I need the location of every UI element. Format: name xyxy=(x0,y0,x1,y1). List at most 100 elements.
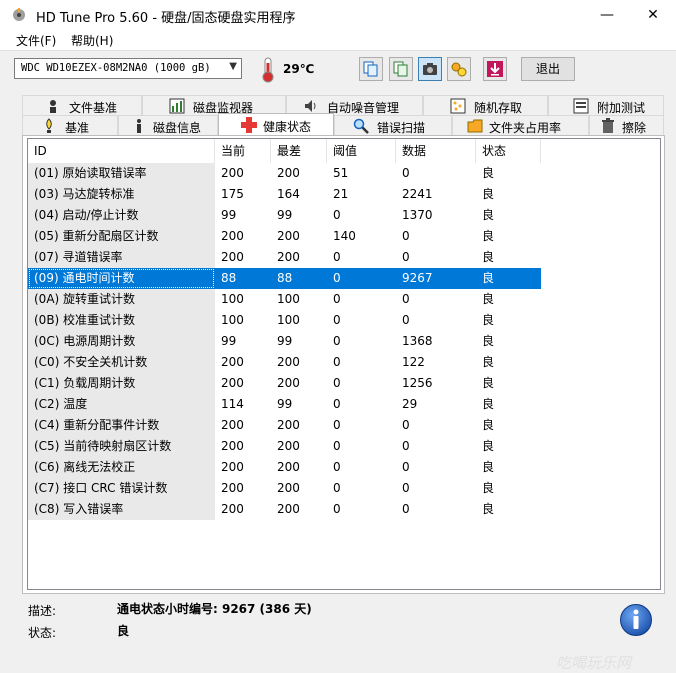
cell-current: 200 xyxy=(221,250,244,264)
table-row[interactable]: (C1) 负载周期计数 200 200 0 1256 良 xyxy=(28,373,660,394)
cell-id: (C2) 温度 xyxy=(28,394,215,415)
column-header-status[interactable]: 状态 xyxy=(476,139,541,163)
cell-data: 0 xyxy=(402,313,410,327)
cell-threshold: 0 xyxy=(333,250,341,264)
tab-benchmark[interactable]: 基准 xyxy=(22,115,118,135)
table-row[interactable]: (05) 重新分配扇区计数 200 200 140 0 良 xyxy=(28,226,660,247)
cell-threshold: 0 xyxy=(333,481,341,495)
table-row[interactable]: (01) 原始读取错误率 200 200 51 0 良 xyxy=(28,163,660,184)
table-row[interactable]: (07) 寻道错误率 200 200 0 0 良 xyxy=(28,247,660,268)
cell-worst: 99 xyxy=(277,397,293,411)
table-row[interactable]: (C2) 温度 114 99 0 29 良 xyxy=(28,394,660,415)
cell-status: 良 xyxy=(482,418,495,432)
minimize-icon: — xyxy=(600,7,614,23)
tab-disk-monitor[interactable]: 磁盘监视器 xyxy=(142,95,286,115)
copy-all-icon xyxy=(393,61,408,77)
cell-threshold: 0 xyxy=(333,460,341,474)
cell-current: 99 xyxy=(221,208,237,222)
table-row[interactable]: (03) 马达旋转标准 175 164 21 2241 良 xyxy=(28,184,660,205)
column-header-worst[interactable]: 最差 xyxy=(271,139,327,163)
exit-button[interactable]: 退出 xyxy=(521,57,575,81)
tab-label: 基准 xyxy=(65,121,90,135)
file-benchmark-icon xyxy=(50,100,56,113)
cell-threshold: 0 xyxy=(333,376,341,390)
cell-data: 1370 xyxy=(402,208,433,222)
tab-row-top: 文件基准 磁盘监视器 自动噪音管理 随机存取 附加测试 xyxy=(22,95,664,115)
cell-worst: 200 xyxy=(277,166,300,180)
menu-file[interactable]: 文件(F) xyxy=(16,32,56,49)
cell-worst: 200 xyxy=(277,250,300,264)
cell-status: 良 xyxy=(482,250,495,264)
cell-data: 9267 xyxy=(396,268,476,289)
tab-erase[interactable]: 擦除 xyxy=(589,115,664,135)
cell-data: 1368 xyxy=(402,334,433,348)
cell-worst: 200 xyxy=(277,355,300,369)
folder-icon xyxy=(467,119,483,133)
table-row[interactable]: (04) 启动/停止计数 99 99 0 1370 良 xyxy=(28,205,660,226)
cell-worst: 200 xyxy=(277,502,300,516)
tab-label: 磁盘信息 xyxy=(153,121,202,135)
cell-current: 200 xyxy=(221,355,244,369)
monitor-chart-icon xyxy=(169,98,185,114)
cell-id: (09) 通电时间计数 xyxy=(28,268,215,289)
cell-current: 200 xyxy=(221,439,244,453)
table-row[interactable]: (C4) 重新分配事件计数 200 200 0 0 良 xyxy=(28,415,660,436)
tab-disk-info[interactable]: 磁盘信息 xyxy=(118,115,218,135)
table-row[interactable]: (C6) 离线无法校正 200 200 0 0 良 xyxy=(28,457,660,478)
thermometer-icon xyxy=(262,57,274,83)
cell-id: (C4) 重新分配事件计数 xyxy=(28,415,215,436)
column-header-id[interactable]: ID xyxy=(28,139,215,163)
copy-icon xyxy=(363,61,378,77)
copy-all-button[interactable] xyxy=(389,57,413,81)
smart-table[interactable]: ID 当前 最差 阈值 数据 状态 (01) 原始读取错误率 200 200 51 0 良… xyxy=(27,138,661,590)
cell-worst: 99 xyxy=(277,208,293,222)
cell-data: 122 xyxy=(402,355,425,369)
info-person-icon xyxy=(137,119,141,133)
tab-folder-usage[interactable]: 文件夹占用率 xyxy=(452,115,589,135)
screenshot-button[interactable] xyxy=(418,57,442,81)
cell-id: (03) 马达旋转标准 xyxy=(28,184,215,205)
cell-status: 良 xyxy=(482,397,495,411)
cell-current: 88 xyxy=(215,268,271,289)
info-icon[interactable] xyxy=(619,603,653,637)
description-value: 通电状态小时编号: 9267 (386 天) xyxy=(117,602,312,616)
minimize-button[interactable]: — xyxy=(584,0,630,30)
cell-status: 良 xyxy=(482,334,495,348)
tab-random-access[interactable]: 随机存取 xyxy=(423,95,548,115)
save-button[interactable] xyxy=(483,57,507,81)
tab-health[interactable]: 健康状态 xyxy=(218,113,334,135)
cell-status: 良 xyxy=(482,229,495,243)
menu-help[interactable]: 帮助(H) xyxy=(71,32,113,49)
column-header-current[interactable]: 当前 xyxy=(215,139,271,163)
copy-info-button[interactable] xyxy=(359,57,383,81)
table-row[interactable]: (C8) 写入错误率 200 200 0 0 良 xyxy=(28,499,660,520)
cell-id: (C7) 接口 CRC 错误计数 xyxy=(28,478,215,499)
table-row[interactable]: (C5) 当前待映射扇区计数 200 200 0 0 良 xyxy=(28,436,660,457)
table-row[interactable]: (C0) 不安全关机计数 200 200 0 122 良 xyxy=(28,352,660,373)
table-row[interactable]: (0B) 校准重试计数 100 100 0 0 良 xyxy=(28,310,660,331)
cell-id: (C6) 离线无法校正 xyxy=(28,457,215,478)
cell-worst: 88 xyxy=(271,268,327,289)
column-header-data[interactable]: 数据 xyxy=(396,139,476,163)
cell-data: 0 xyxy=(402,439,410,453)
table-row[interactable]: (09) 通电时间计数 88 88 0 9267 良 xyxy=(28,268,660,289)
table-row[interactable]: (0A) 旋转重试计数 100 100 0 0 良 xyxy=(28,289,660,310)
cell-worst: 200 xyxy=(277,229,300,243)
tab-extra-tests[interactable]: 附加测试 xyxy=(548,95,664,115)
cell-current: 200 xyxy=(221,502,244,516)
column-header-threshold[interactable]: 阈值 xyxy=(327,139,396,163)
tab-file-benchmark[interactable]: 文件基准 xyxy=(22,95,142,115)
table-row[interactable]: (C7) 接口 CRC 错误计数 200 200 0 0 良 xyxy=(28,478,660,499)
table-row[interactable]: (0C) 电源周期计数 99 99 0 1368 良 xyxy=(28,331,660,352)
tab-error-scan[interactable]: 错误扫描 xyxy=(334,115,452,135)
status-value: 良 xyxy=(117,624,130,638)
cell-current: 100 xyxy=(221,292,244,306)
options-button[interactable] xyxy=(447,57,471,81)
tab-acoustic-management[interactable]: 自动噪音管理 xyxy=(286,95,423,115)
menu-bar: 文件(F) 帮助(H) xyxy=(0,30,676,51)
drive-select[interactable]: WDC WD10EZEX-08M2NA0 (1000 gB) ▼ xyxy=(14,58,242,79)
cell-threshold: 0 xyxy=(333,208,341,222)
close-button[interactable]: ✕ xyxy=(630,0,676,30)
temperature-readout: 29℃ xyxy=(283,62,315,76)
random-access-icon xyxy=(450,98,466,114)
